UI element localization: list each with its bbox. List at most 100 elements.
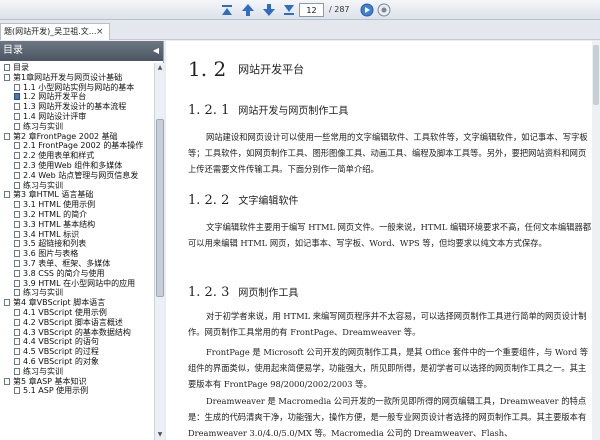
toc-item[interactable]: 3.7 表单、框架、多媒体 [0,259,154,269]
toc-item-label: 3.7 表单、框架、多媒体 [23,258,111,268]
page-icon [14,152,20,160]
toc-item-label: 1.2 网站开发平台 [23,92,87,102]
toc-item[interactable]: 3.6 图片与表格 [0,249,154,259]
page-icon [14,289,20,297]
chapter-section-title: 1. 2 网站开发平台 [188,57,304,81]
page-icon [14,308,20,316]
toc-item[interactable]: 第4 章VBScript 脚本语言 [0,298,154,308]
document-tab[interactable]: 题(网站开发)_吴卫祖.文... × [0,23,110,40]
scroll-up-icon[interactable]: ▲ [156,64,164,72]
toc-item[interactable]: 1.2 网站开发平台 [0,92,154,102]
scroll-down-icon[interactable]: ▼ [156,431,164,439]
toc-item[interactable]: 第2 章FrontPage 2002 基础 [0,132,154,142]
next-page-icon[interactable] [261,2,277,18]
paragraph: 网站建设和网页设计可以使用一些常用的文字编辑软件、工具软件等，文字编辑软件，如记… [188,132,588,174]
sidebar-title: 目录 [3,45,23,56]
toc-item[interactable]: 4.5 VBScript 的过程 [0,347,154,357]
toc-item-label: 练习与实训 [23,121,63,131]
toc-item-label: 3.5 超链接和列表 [23,239,87,249]
subsection-heading: 1. 2. 2 文字编辑软件 [188,189,298,208]
subsection-number: 1. 2. 3 [188,285,230,300]
toc-item[interactable]: 4.4 VBScript 的语句 [0,337,154,347]
toc-item-label: 2.4 Web 站点管理与网页信息发 [23,170,139,180]
paragraph: 对于初学者来说，用 HTML 来编写网页程序并不太容易，可以选择网页制作工具进行… [188,311,587,337]
toc-item-label: 2.3 使用Web 组件和多媒体 [23,160,123,170]
toc-item[interactable]: 3.5 超链接和列表 [0,239,154,249]
toc-item[interactable]: 目录 [0,63,154,73]
toc-item-label: 4.1 VBScript 使用示例 [23,307,107,317]
paragraph: Dreamweaver 是 Macromedia 公司开发的一款所见即所得的网页… [188,396,587,438]
section-number: 1. 2 [188,57,227,81]
page-icon [14,83,20,91]
toc-item[interactable]: 4.2 VBScript 脚本语言概述 [0,318,154,328]
toc-item[interactable]: 3.3 HTML 基本结构 [0,220,154,230]
toc-item[interactable]: 2.2 使用表单和样式 [0,151,154,161]
page-icon [14,279,20,287]
toc-item-label: 练习与实训 [23,366,63,376]
toc-item[interactable]: 2.3 使用Web 组件和多媒体 [0,161,154,171]
previous-page-icon[interactable] [240,2,256,18]
toc-item-label: 3.4 HTML 标识 [23,229,80,239]
toc-item[interactable]: 练习与实训 [0,288,154,298]
toc-item[interactable]: 第5 章ASP 基本知识 [0,377,154,387]
toc-item[interactable]: 练习与实训 [0,367,154,377]
toc-item-label: 4.4 VBScript 的语句 [23,337,99,347]
toc-item-label: 3.2 HTML 的简介 [23,209,88,219]
toc-item-label: 第5 章ASP 基本知识 [13,376,87,386]
toc-item[interactable]: 1.3 网站开发设计的基本流程 [0,102,154,112]
toc-item[interactable]: 3.4 HTML 标识 [0,230,154,240]
document-scrollbar[interactable] [592,41,600,440]
toc-item[interactable]: 3.9 HTML 在小型网站中的应用 [0,279,154,289]
toc-item-label: 第3 章HTML 语言基础 [13,190,94,200]
page-icon [14,328,20,336]
toc-item-label: 第2 章FrontPage 2002 基础 [13,131,118,141]
toc-item[interactable]: 练习与实训 [0,181,154,191]
toc-item[interactable]: 4.6 VBScript 的对象 [0,357,154,367]
last-page-icon[interactable] [281,2,297,18]
toc-item[interactable]: 第3 章HTML 语言基础 [0,190,154,200]
document-tabbar: 题(网站开发)_吴卫祖.文... × [0,20,600,40]
toc-item[interactable]: 4.1 VBScript 使用示例 [0,308,154,318]
sidebar-header: 目录 ◀ [0,41,163,61]
page-icon [14,161,20,169]
page-icon [14,171,20,179]
toc-item-label: 练习与实训 [23,180,63,190]
go-icon[interactable] [359,2,375,18]
toc-item[interactable]: 练习与实训 [0,122,154,132]
page-icon [14,269,20,277]
toc-item[interactable]: 3.2 HTML 的简介 [0,210,154,220]
subsection-heading: 1. 2. 3 网页制作工具 [188,281,298,300]
page-icon [14,348,20,356]
page-icon [4,64,10,71]
toc-item-label: 4.2 VBScript 脚本语言概述 [23,317,123,327]
document-scrollbar-thumb[interactable] [593,45,599,105]
toc-item-label: 练习与实训 [23,288,63,298]
toc-item[interactable]: 2.1 FrontPage 2002 的基本操作 [0,141,154,151]
page-icon [14,93,20,101]
page-icon [14,122,20,130]
toc-item[interactable]: 3.1 HTML 使用示例 [0,200,154,210]
scrollbar-thumb[interactable] [156,119,164,297]
toc-item[interactable]: 1.4 网站设计评审 [0,112,154,122]
toc-item[interactable]: 2.4 Web 站点管理与网页信息发 [0,171,154,181]
page-icon [4,191,10,199]
page-icon [14,318,20,326]
subsection-number: 1. 2. 2 [188,193,230,208]
document-page: 1. 2 网站开发平台 1. 2. 1 网站开发与网页制作工具 网站建设和网页设计可… [166,41,600,440]
zoom-icon[interactable] [376,2,392,18]
page-number-input[interactable] [299,3,324,17]
toc-item-label: 3.3 HTML 基本结构 [23,219,96,229]
toc-item[interactable]: 3.8 CSS 的简介与使用 [0,269,154,279]
toc-item-label: 2.2 使用表单和样式 [23,151,95,161]
sidebar-scrollbar[interactable]: ▲ ▼ [154,63,164,440]
toc-item[interactable]: 4.3 VBScript 的基本数据结构 [0,328,154,338]
page-icon [14,387,20,395]
close-tab-icon[interactable]: × [96,25,104,40]
toc-item-label: 3.9 HTML 在小型网站中的应用 [23,278,136,288]
toc-item[interactable]: 1.1 小型网站实例与网站的基本 [0,83,154,93]
toc-item-label: 5.1 ASP 使用示例 [23,386,89,396]
toc-item[interactable]: 第1章网站开发与网页设计基础 [0,73,154,83]
toc-item[interactable]: 5.1 ASP 使用示例 [0,386,154,396]
first-page-icon[interactable] [219,2,235,18]
collapse-sidebar-icon[interactable]: ◀ [153,41,159,61]
